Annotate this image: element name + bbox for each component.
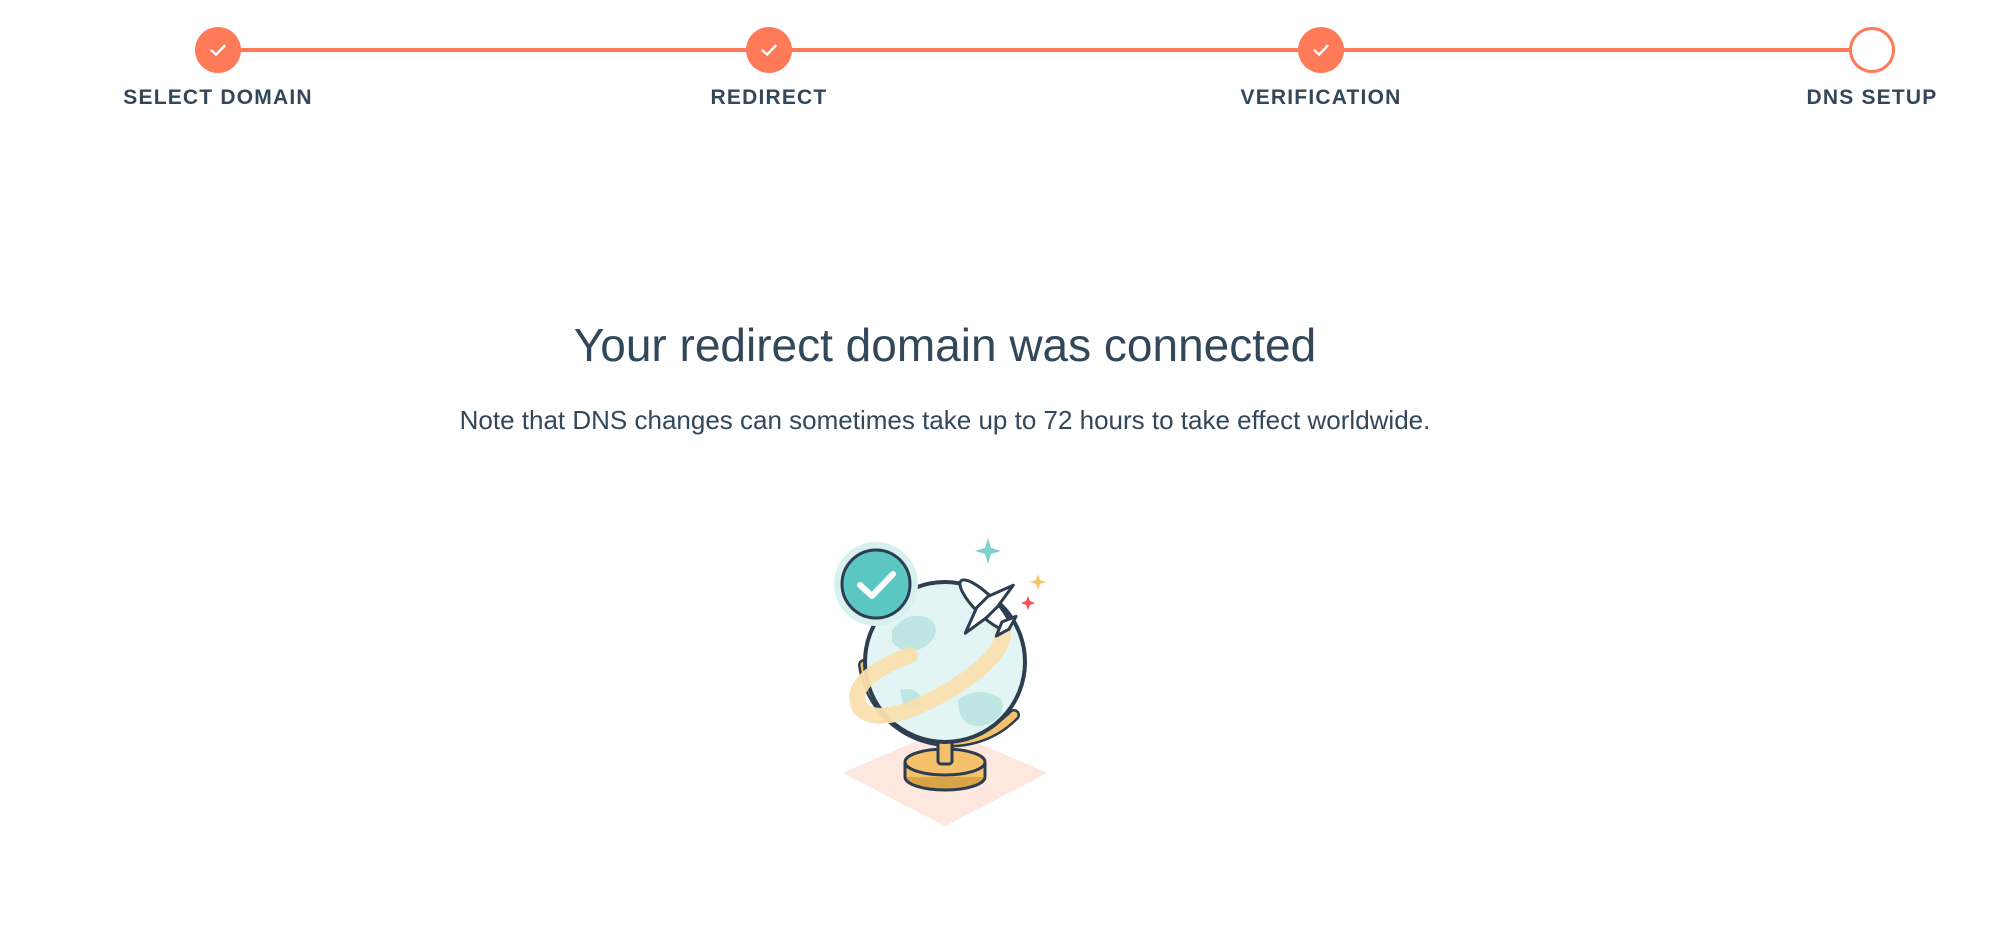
step-label: SELECT DOMAIN [123,86,313,109]
step-label: REDIRECT [710,86,828,109]
step-complete-check-icon [1298,27,1344,73]
step-label: DNS SETUP [1806,86,1938,109]
step-complete-check-icon [195,27,241,73]
stepper-track [218,48,1872,52]
progress-stepper: SELECT DOMAIN REDIRECT VERIFICATION DNS … [0,0,1999,130]
dns-propagation-note: Note that DNS changes can sometimes take… [459,405,1431,435]
globe-airplane-success-illustration [830,530,1060,840]
step-current-circle-icon [1849,27,1895,73]
step-label: VERIFICATION [1240,86,1402,109]
step-complete-check-icon [746,27,792,73]
page-title: Your redirect domain was connected [573,319,1317,371]
